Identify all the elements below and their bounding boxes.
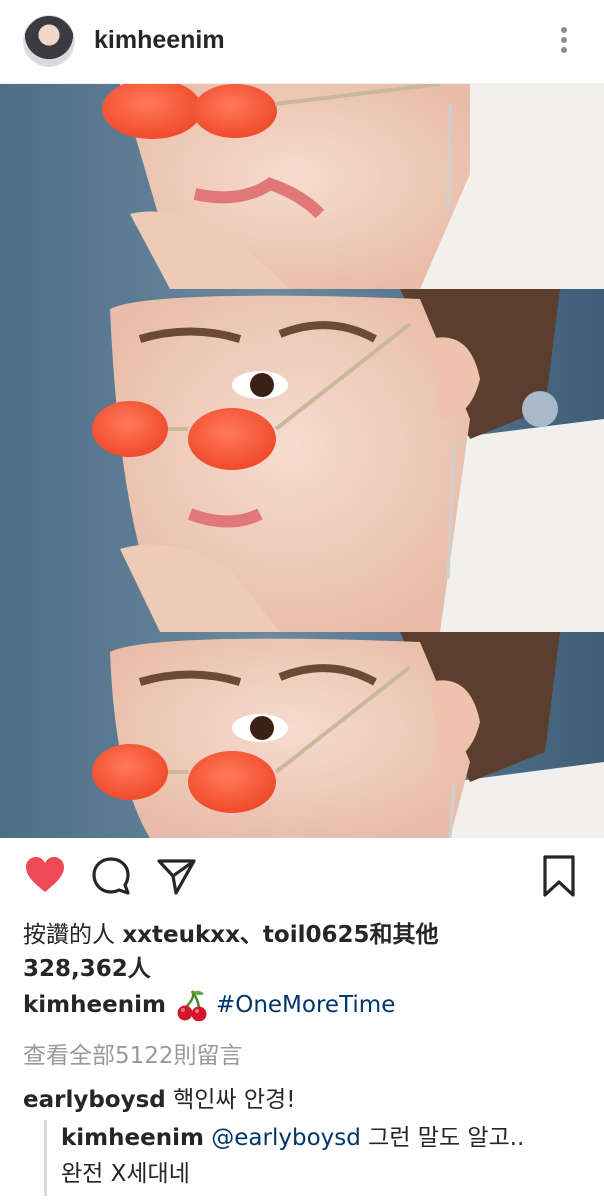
likes-separator: 、 bbox=[239, 922, 263, 948]
avatar[interactable] bbox=[23, 15, 75, 67]
liker-link[interactable]: xxteukxx bbox=[122, 922, 240, 948]
comment-item: earlyboysd 핵인싸 안경! bbox=[23, 1080, 295, 1114]
share-icon[interactable] bbox=[156, 856, 198, 896]
likes-prefix: 按讚的人 bbox=[23, 922, 123, 948]
bookmark-icon[interactable] bbox=[540, 854, 578, 898]
cherry-emoji bbox=[177, 990, 207, 1021]
photo-panel-2 bbox=[0, 289, 604, 632]
likes-count[interactable]: 328,362人 bbox=[23, 956, 151, 982]
comment-icon[interactable] bbox=[90, 856, 132, 896]
more-vertical-icon[interactable] bbox=[552, 24, 576, 56]
post-header: kimheenim bbox=[0, 0, 604, 84]
post-photo[interactable] bbox=[0, 84, 604, 838]
action-bar bbox=[0, 846, 604, 906]
liker-link[interactable]: toil0625 bbox=[263, 922, 370, 948]
reply-text-line2: 완전 X세대네 bbox=[61, 1161, 190, 1187]
photo-panel-1 bbox=[0, 84, 604, 289]
photo-panel-3 bbox=[0, 632, 604, 838]
caption-username[interactable]: kimheenim bbox=[23, 988, 166, 1022]
reply-username[interactable]: kimheenim bbox=[61, 1125, 204, 1151]
header-username[interactable]: kimheenim bbox=[94, 26, 225, 55]
post-caption: kimheenim #OneMoreTime bbox=[23, 988, 395, 1022]
likes-summary: 按讚的人 xxteukxx、toil0625和其他 328,362人 bbox=[23, 918, 593, 986]
comment-text: 핵인싸 안경! bbox=[173, 1087, 296, 1113]
reply-item: kimheenim @earlyboysd 그런 말도 알고.. 완전 X세대네 bbox=[44, 1120, 594, 1196]
reply-mention[interactable]: @earlyboysd bbox=[211, 1125, 361, 1151]
heart-icon[interactable] bbox=[24, 856, 66, 894]
view-all-comments-link[interactable]: 查看全部5122則留言 bbox=[23, 1036, 243, 1070]
caption-hashtag[interactable]: #OneMoreTime bbox=[216, 988, 395, 1022]
reply-text-line1: 그런 말도 알고.. bbox=[360, 1125, 525, 1151]
comment-username[interactable]: earlyboysd bbox=[23, 1087, 166, 1113]
likes-suffix: 和其他 bbox=[369, 922, 439, 948]
